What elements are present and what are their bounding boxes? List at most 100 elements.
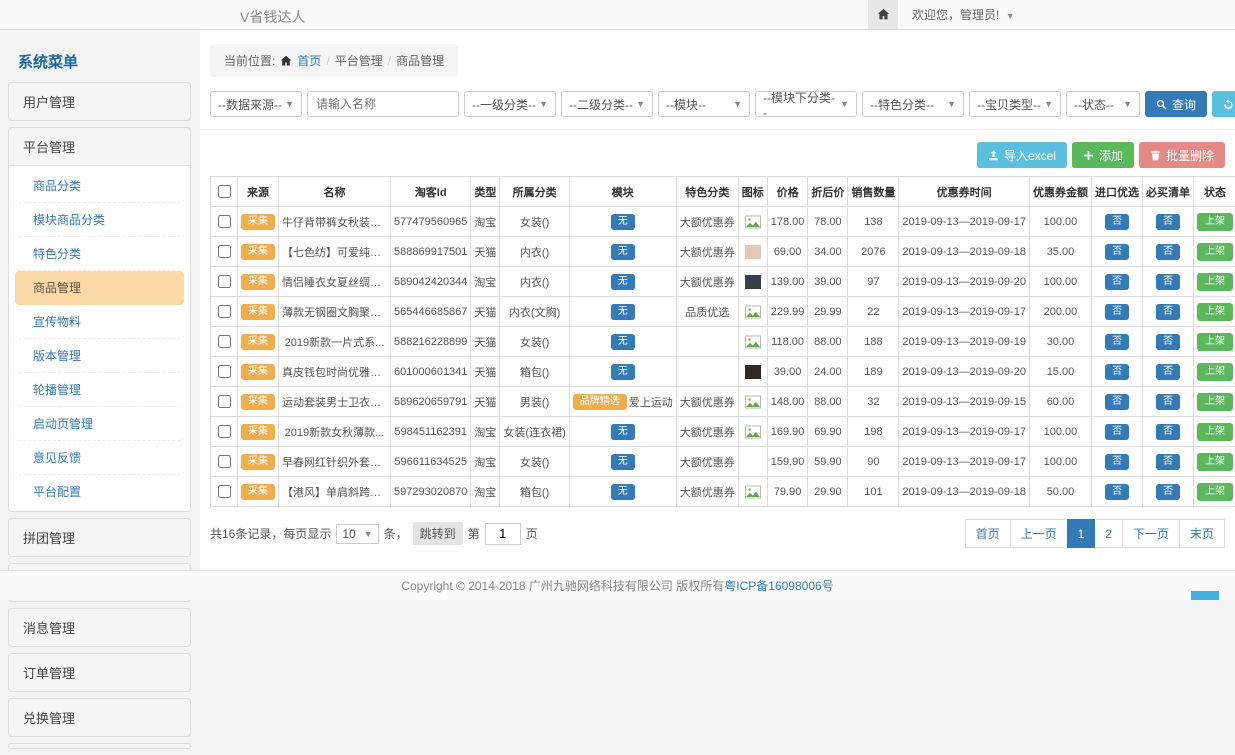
must-buy-badge[interactable]: 否 (1156, 244, 1180, 260)
page-button-末页[interactable]: 末页 (1179, 519, 1225, 548)
table-row: 采集【港风】单肩斜跨链条...597293020870淘宝箱包()无大额优惠券7… (211, 477, 1235, 507)
sidebar-item-兑换管理[interactable]: 兑换管理 (9, 699, 190, 736)
module-cell: 无 (569, 357, 676, 387)
sidebar-item-平台配置[interactable]: 平台配置 (15, 475, 184, 508)
row-checkbox[interactable] (218, 365, 231, 378)
must-buy-badge[interactable]: 否 (1156, 484, 1180, 500)
breadcrumb-home-link[interactable]: 首页 (297, 52, 321, 69)
status-badge[interactable]: 上架 (1197, 213, 1233, 231)
must-buy-badge[interactable]: 否 (1156, 424, 1180, 440)
sales-count-cell: 188 (848, 327, 899, 357)
must-buy-badge[interactable]: 否 (1156, 214, 1180, 230)
filter-select-一级分类[interactable]: --一级分类--▼ (464, 91, 556, 117)
row-checkbox[interactable] (218, 395, 231, 408)
status-badge[interactable]: 上架 (1197, 423, 1233, 441)
row-checkbox[interactable] (218, 215, 231, 228)
select-all-checkbox[interactable] (218, 185, 231, 198)
must-buy-cell: 否 (1142, 387, 1193, 417)
page-button-上一页[interactable]: 上一页 (1010, 519, 1068, 548)
status-badge[interactable]: 上架 (1197, 243, 1233, 261)
sidebar-item-partial[interactable] (9, 744, 190, 748)
sidebar-item-版本管理[interactable]: 版本管理 (15, 339, 184, 373)
sidebar-item-商品分类[interactable]: 商品分类 (15, 169, 184, 203)
page-button-首页[interactable]: 首页 (965, 519, 1011, 548)
module-text: 爱上运动 (629, 394, 673, 410)
filter-select-数据来源[interactable]: --数据来源--▼ (210, 91, 302, 117)
filter-select-特色分类[interactable]: --特色分类--▼ (862, 91, 964, 117)
status-badge[interactable]: 上架 (1197, 333, 1233, 351)
row-checkbox[interactable] (218, 275, 231, 288)
user-menu[interactable]: 欢迎您，管理员! ▼ (912, 6, 1015, 23)
import-select-badge[interactable]: 否 (1105, 454, 1129, 470)
type-cell: 天猫 (471, 357, 500, 387)
page-number-input[interactable] (485, 523, 521, 545)
row-checkbox[interactable] (218, 335, 231, 348)
per-page-select[interactable]: 10 ▼ (336, 524, 378, 544)
sidebar-item-启动页管理[interactable]: 启动页管理 (15, 407, 184, 441)
status-badge[interactable]: 上架 (1197, 303, 1233, 321)
must-buy-badge[interactable]: 否 (1156, 274, 1180, 290)
sidebar-item-订单管理[interactable]: 订单管理 (9, 654, 190, 691)
row-checkbox[interactable] (218, 305, 231, 318)
type-cell: 淘宝 (471, 477, 500, 507)
batch-delete-button[interactable]: 批量删除 (1139, 142, 1225, 168)
sidebar-item-平台管理[interactable]: 平台管理 (9, 128, 190, 165)
filter-select-宝贝类型[interactable]: --宝贝类型--▼ (969, 91, 1061, 117)
import-select-badge[interactable]: 否 (1105, 214, 1129, 230)
filter-select-二级分类[interactable]: --二级分类--▼ (561, 91, 653, 117)
jump-button[interactable]: 跳转到 (413, 522, 463, 545)
page-button-1[interactable]: 1 (1067, 519, 1096, 548)
import-select-badge[interactable]: 否 (1105, 364, 1129, 380)
import-excel-button[interactable]: 导入excel (977, 142, 1067, 168)
import-select-badge[interactable]: 否 (1105, 334, 1129, 350)
filter-select-模块下分类[interactable]: --模块下分类--▼ (755, 91, 857, 117)
row-checkbox[interactable] (218, 425, 231, 438)
row-checkbox[interactable] (218, 245, 231, 258)
filter-select-状态[interactable]: --状态--▼ (1066, 91, 1140, 117)
sidebar-item-消息管理[interactable]: 消息管理 (9, 609, 190, 646)
refresh-icon (1223, 99, 1234, 110)
status-badge[interactable]: 上架 (1197, 483, 1233, 501)
status-badge[interactable]: 上架 (1197, 273, 1233, 291)
add-button[interactable]: 添加 (1072, 142, 1134, 168)
sidebar-item-模块商品分类[interactable]: 模块商品分类 (15, 203, 184, 237)
page-button-下一页[interactable]: 下一页 (1122, 519, 1180, 548)
import-select-badge[interactable]: 否 (1105, 394, 1129, 410)
search-button[interactable]: 查询 (1145, 91, 1207, 117)
sidebar-item-宣传物料[interactable]: 宣传物料 (15, 305, 184, 339)
must-buy-badge[interactable]: 否 (1156, 394, 1180, 410)
module-cell: 无 (569, 237, 676, 267)
row-checkbox[interactable] (218, 485, 231, 498)
status-badge[interactable]: 上架 (1197, 363, 1233, 381)
must-buy-badge[interactable]: 否 (1156, 454, 1180, 470)
discount-price-cell: 88.00 (808, 387, 848, 417)
category-cell: 内衣() (500, 237, 569, 267)
import-select-badge[interactable]: 否 (1105, 274, 1129, 290)
filter-select-模块[interactable]: --模块--▼ (658, 91, 750, 117)
name-search-input[interactable] (307, 91, 459, 117)
import-select-badge[interactable]: 否 (1105, 484, 1129, 500)
sidebar-item-拼团管理[interactable]: 拼团管理 (9, 519, 190, 556)
row-checkbox[interactable] (218, 455, 231, 468)
sidebar-item-意见反馈[interactable]: 意见反馈 (15, 441, 184, 475)
table-row: 采集牛仔背带裤女秋装减龄...577479560965淘宝女装()无大额优惠券1… (211, 207, 1235, 237)
status-badge[interactable]: 上架 (1197, 393, 1233, 411)
back-to-top-button[interactable] (1191, 591, 1219, 600)
sidebar-item-特色分类[interactable]: 特色分类 (15, 237, 184, 271)
import-select-badge[interactable]: 否 (1105, 304, 1129, 320)
reset-button[interactable]: 重置 (1212, 91, 1235, 117)
must-buy-badge[interactable]: 否 (1156, 334, 1180, 350)
status-badge[interactable]: 上架 (1197, 453, 1233, 471)
page-button-2[interactable]: 2 (1094, 519, 1123, 548)
home-button[interactable] (868, 0, 898, 29)
sidebar-item-轮播管理[interactable]: 轮播管理 (15, 373, 184, 407)
icp-link[interactable]: 粤ICP备16098006号 (724, 577, 833, 594)
table-row: 采集早春网红针织外套女春...596611634525淘宝女装()无大额优惠券1… (211, 447, 1235, 477)
must-buy-badge[interactable]: 否 (1156, 364, 1180, 380)
must-buy-badge[interactable]: 否 (1156, 304, 1180, 320)
sidebar-item-用户管理[interactable]: 用户管理 (9, 83, 190, 120)
import-select-badge[interactable]: 否 (1105, 424, 1129, 440)
import-select-badge[interactable]: 否 (1105, 244, 1129, 260)
chevron-down-icon: ▼ (285, 99, 294, 109)
sidebar-item-商品管理[interactable]: 商品管理 (15, 271, 184, 305)
